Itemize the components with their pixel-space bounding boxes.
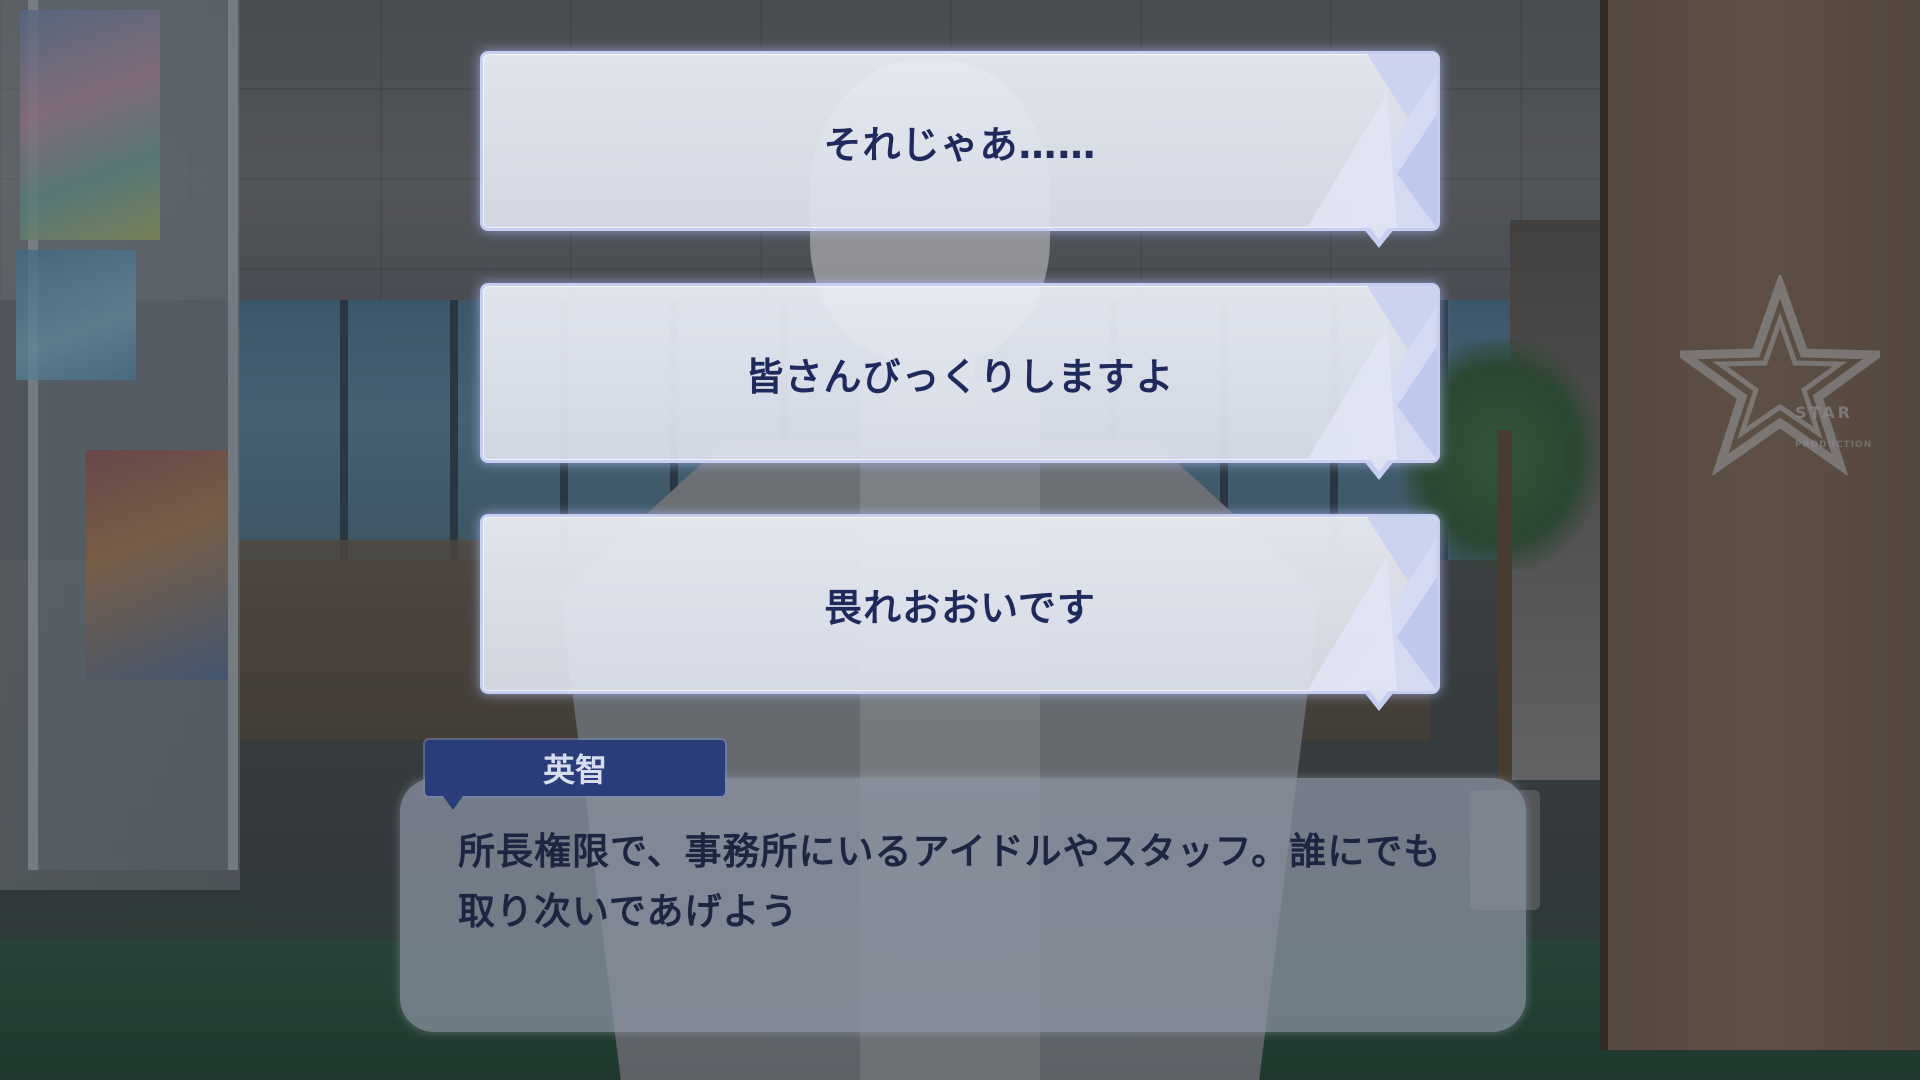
- choice-label: 畏れおおいです: [824, 585, 1096, 630]
- speaker-name-plate: 英智: [425, 740, 725, 810]
- choice-button-3[interactable]: 畏れおおいです: [480, 514, 1440, 711]
- speech-tail: [1363, 687, 1395, 711]
- dialogue-text: 所長権限で、事務所にいるアイドルやスタッフ。誰にでも取り次いであげよう: [458, 830, 1442, 933]
- speech-tail: [1363, 224, 1395, 248]
- speaker-name: 英智: [542, 751, 607, 789]
- choice-button-1[interactable]: それじゃあ……: [480, 51, 1440, 248]
- choice-label: 皆さんびっくりしますよ: [745, 354, 1175, 399]
- speech-tail: [1363, 456, 1395, 480]
- game-screen: STAR PRODUCTION それじゃあ…… 皆さんびっくりしますよ 畏れおお…: [0, 0, 1920, 1080]
- choice-button-2[interactable]: 皆さんびっくりしますよ: [480, 283, 1440, 480]
- choice-label: それじゃあ……: [823, 122, 1097, 167]
